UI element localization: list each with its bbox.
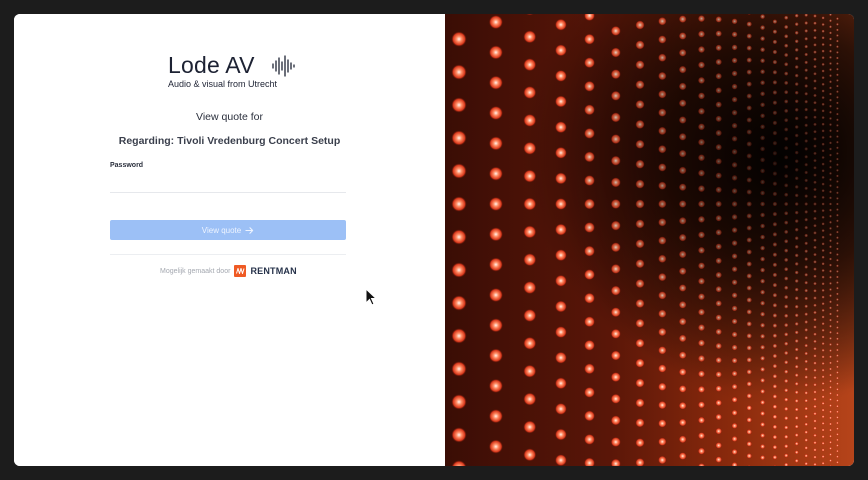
view-quote-button[interactable]: View quote: [110, 220, 346, 240]
logo-wordmark: Lode AV: [168, 52, 255, 78]
powered-by: Mogelijk gemaakt door RENTMAN: [160, 264, 297, 278]
password-field[interactable]: [110, 174, 346, 193]
sound-wave-icon: [272, 55, 295, 77]
login-window: Lode AV Audio & visual from Utrecht View…: [14, 14, 854, 466]
led-wall-image: [445, 14, 854, 466]
arrow-right-icon: [245, 226, 254, 234]
company-logo: Lode AV Audio & visual from Utrecht: [168, 52, 308, 92]
view-quote-label: View quote: [201, 225, 242, 235]
led-wall-graphic: [445, 14, 854, 466]
footer-divider: [110, 254, 346, 255]
logo-tagline: Audio & visual from Utrecht: [168, 79, 278, 89]
powered-by-text: Mogelijk gemaakt door: [160, 267, 231, 275]
login-panel: Lode AV Audio & visual from Utrecht View…: [14, 14, 445, 466]
quote-subject: Regarding: Tivoli Vredenburg Concert Set…: [118, 135, 341, 147]
rentman-logo-icon[interactable]: [234, 265, 247, 277]
password-label: Password: [110, 162, 144, 169]
mouse-cursor-icon: [365, 288, 377, 306]
page-title: View quote for: [196, 111, 263, 123]
rentman-brand[interactable]: RENTMAN: [250, 266, 296, 276]
